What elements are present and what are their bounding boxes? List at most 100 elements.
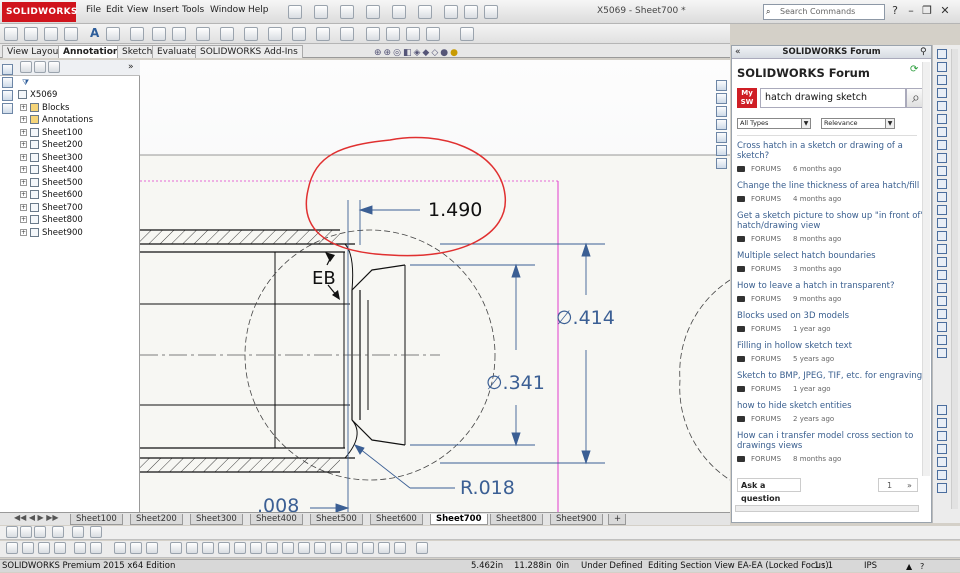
horizontal-icon[interactable]: [937, 431, 947, 441]
appearances-icon[interactable]: [716, 132, 727, 143]
center-mark-icon[interactable]: [292, 27, 306, 41]
tree-item-sheet100[interactable]: + Sheet100: [20, 127, 83, 140]
align-right-icon[interactable]: [22, 542, 34, 554]
display-grid-icon[interactable]: [130, 542, 142, 554]
tree-root[interactable]: X5069: [18, 89, 57, 102]
custom-properties-icon[interactable]: [716, 145, 727, 156]
perpendicular-snap-icon[interactable]: [298, 542, 310, 554]
area-hatch-icon[interactable]: [340, 27, 354, 41]
dimension-008[interactable]: .008: [257, 495, 299, 512]
expand-icon[interactable]: +: [20, 228, 27, 236]
group-icon[interactable]: [74, 542, 86, 554]
move-entities-icon[interactable]: [937, 296, 947, 306]
mysw-logo[interactable]: My SW: [737, 88, 757, 108]
collapse-pane-icon[interactable]: «: [735, 47, 741, 57]
sheet-tab-sheet600[interactable]: Sheet600: [370, 514, 423, 525]
trim-icon[interactable]: [937, 231, 947, 241]
quick-snaps-icon[interactable]: [170, 542, 182, 554]
sheet-tab-sheet500[interactable]: Sheet500: [310, 514, 363, 525]
solidworks-logo[interactable]: SOLIDWORKS: [2, 2, 77, 22]
sheet-nav-arrows-icon[interactable]: ◀◀ ◀ ▶ ▶▶: [14, 513, 59, 522]
align-left-icon[interactable]: [6, 542, 18, 554]
ellipse-icon[interactable]: [937, 153, 947, 163]
forum-result-link[interactable]: How can i transfer model cross section t…: [737, 431, 925, 451]
page-number[interactable]: 1: [887, 479, 892, 492]
arc-icon[interactable]: [937, 127, 947, 137]
forum-result-link[interactable]: Filling in hollow sketch text: [737, 341, 925, 351]
tree-item-sheet800[interactable]: + Sheet800: [20, 214, 83, 227]
tree-item-sheet200[interactable]: + Sheet200: [20, 139, 83, 152]
nearest-snap-icon[interactable]: [266, 542, 278, 554]
dimension-r018[interactable]: R.018: [460, 477, 515, 499]
forum-result-link[interactable]: Cross hatch in a sketch or drawing of a …: [737, 141, 925, 161]
sheet-properties-icon[interactable]: [2, 90, 13, 101]
smart-dimension-icon[interactable]: [4, 27, 18, 41]
help-question-icon[interactable]: ?: [888, 4, 902, 18]
file-properties-icon[interactable]: [464, 5, 478, 19]
forum-result-link[interactable]: Blocks used on 3D models: [737, 311, 925, 321]
save-icon[interactable]: [340, 5, 354, 19]
model-items-icon[interactable]: [24, 27, 38, 41]
dimension-dia-341[interactable]: ∅.341: [486, 372, 545, 394]
datum-target-icon[interactable]: [220, 27, 234, 41]
smart-dimension-icon[interactable]: [937, 62, 947, 72]
tangent-icon[interactable]: [937, 470, 947, 480]
forum-result-link[interactable]: How to leave a hatch in transparent?: [737, 281, 925, 291]
surface-finish-icon[interactable]: [152, 27, 166, 41]
align-top-icon[interactable]: [38, 542, 50, 554]
centerline-icon[interactable]: [937, 205, 947, 215]
expand-icon[interactable]: +: [20, 203, 27, 211]
format-painter-icon[interactable]: [64, 27, 78, 41]
extend-icon[interactable]: [937, 244, 947, 254]
sketch-relation-icon[interactable]: [114, 542, 126, 554]
dimension-1490[interactable]: 1.490: [428, 199, 482, 221]
line-style-icon[interactable]: [52, 526, 64, 538]
expand-icon[interactable]: +: [20, 191, 27, 198]
forum-result-link[interactable]: how to hide sketch entities: [737, 401, 925, 411]
text-icon[interactable]: [937, 218, 947, 228]
status-scale[interactable]: 1 : 1: [814, 560, 833, 573]
expand-icon[interactable]: +: [20, 141, 27, 148]
expand-icon[interactable]: +: [20, 103, 27, 111]
type-filter-select[interactable]: All Types ▼: [737, 118, 811, 129]
forum-result-link[interactable]: Sketch to BMP, JPEG, TIF, etc. for engra…: [737, 371, 925, 381]
line-icon[interactable]: [937, 75, 947, 85]
vertical-icon[interactable]: [937, 444, 947, 454]
design-library-icon[interactable]: [716, 93, 727, 104]
next-page-button[interactable]: »: [907, 479, 912, 492]
line-thickness-icon[interactable]: [34, 526, 46, 538]
undo-icon[interactable]: [392, 5, 406, 19]
previous-view-icon[interactable]: ◎: [393, 48, 403, 58]
options-gear-icon[interactable]: [484, 5, 498, 19]
equal-icon[interactable]: [937, 483, 947, 493]
menu-insert[interactable]: Insert: [153, 5, 179, 15]
align-bottom-icon[interactable]: [54, 542, 66, 554]
status-arrow-icon[interactable]: ▲: [906, 560, 912, 573]
sheet-format-icon[interactable]: [2, 64, 13, 75]
offset-icon[interactable]: [937, 257, 947, 267]
layer-icon[interactable]: [460, 27, 474, 41]
balloon-icon[interactable]: [130, 27, 144, 41]
tab-solidworks-add-ins[interactable]: SOLIDWORKS Add-Ins: [195, 45, 303, 58]
zoom-to-fit-icon[interactable]: ⊕: [374, 48, 384, 58]
menu-window[interactable]: Window: [210, 5, 246, 15]
tab-annotation[interactable]: Annotation: [58, 45, 125, 58]
open-folder-icon[interactable]: [314, 5, 328, 19]
sort-filter-select[interactable]: Relevance ▼: [821, 118, 895, 129]
zoom-to-area-icon[interactable]: ⊕: [384, 48, 394, 58]
tree-item-sheet600[interactable]: + Sheet600: [20, 189, 83, 202]
line-color-icon[interactable]: [20, 526, 32, 538]
point-icon[interactable]: [937, 192, 947, 202]
forum-vertical-scrollbar[interactable]: [922, 62, 930, 476]
expand-panel-icon[interactable]: »: [128, 62, 134, 72]
forum-horizontal-scrollbar[interactable]: [735, 505, 919, 512]
dimension-dia-414[interactable]: ∅.414: [556, 307, 615, 329]
stretch-icon[interactable]: [937, 348, 947, 358]
close-icon[interactable]: ✕: [938, 4, 952, 18]
section-view-icon[interactable]: ◧: [403, 48, 414, 58]
tree-item-blocks[interactable]: + Blocks: [20, 102, 69, 115]
feature-tree-tab-icon[interactable]: [20, 61, 32, 73]
forum-result-link[interactable]: Get a sketch picture to show up "in fron…: [737, 211, 925, 231]
expand-icon[interactable]: +: [20, 216, 27, 223]
slot-icon[interactable]: [937, 101, 947, 111]
